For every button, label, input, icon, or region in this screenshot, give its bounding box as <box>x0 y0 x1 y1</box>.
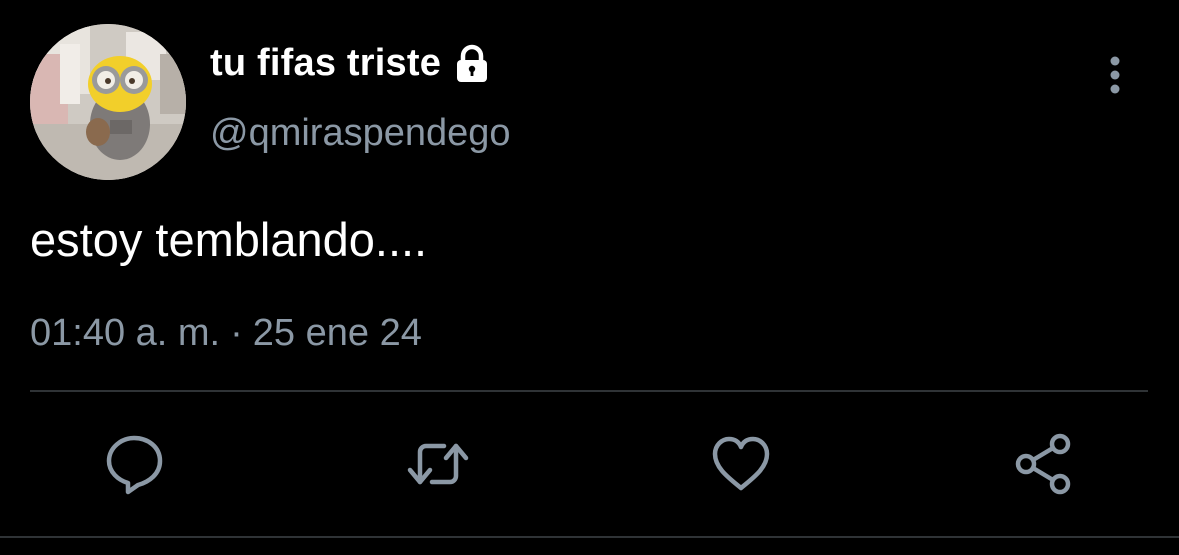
more-options-button[interactable] <box>1095 54 1135 98</box>
tweet-detail: tu fifas triste @qmiraspendego estoy tem… <box>0 0 1179 555</box>
bottom-divider <box>0 536 1179 538</box>
lock-icon <box>451 43 493 85</box>
tweet-timestamp[interactable]: 01:40 a. m. · 25 ene 24 <box>30 312 422 355</box>
more-vertical-icon <box>1110 56 1120 94</box>
share-button[interactable] <box>1012 432 1076 496</box>
divider <box>30 390 1148 392</box>
display-name-text: tu fifas triste <box>210 42 442 84</box>
reply-button[interactable] <box>104 432 168 496</box>
tweet-time: 01:40 a. m. <box>30 312 221 354</box>
like-icon <box>712 436 770 491</box>
timestamp-separator: · <box>230 312 243 354</box>
like-button[interactable] <box>709 432 773 496</box>
avatar-image <box>30 24 186 180</box>
tweet-text: estoy temblando.... <box>30 213 428 266</box>
retweet-button[interactable] <box>406 432 470 496</box>
user-handle[interactable]: @qmiraspendego <box>210 112 511 155</box>
retweet-icon <box>407 443 469 485</box>
display-name[interactable]: tu fifas triste <box>210 42 493 85</box>
reply-icon <box>106 435 163 495</box>
share-icon <box>1015 433 1071 495</box>
tweet-date: 25 ene 24 <box>252 312 422 354</box>
avatar[interactable] <box>30 24 186 180</box>
